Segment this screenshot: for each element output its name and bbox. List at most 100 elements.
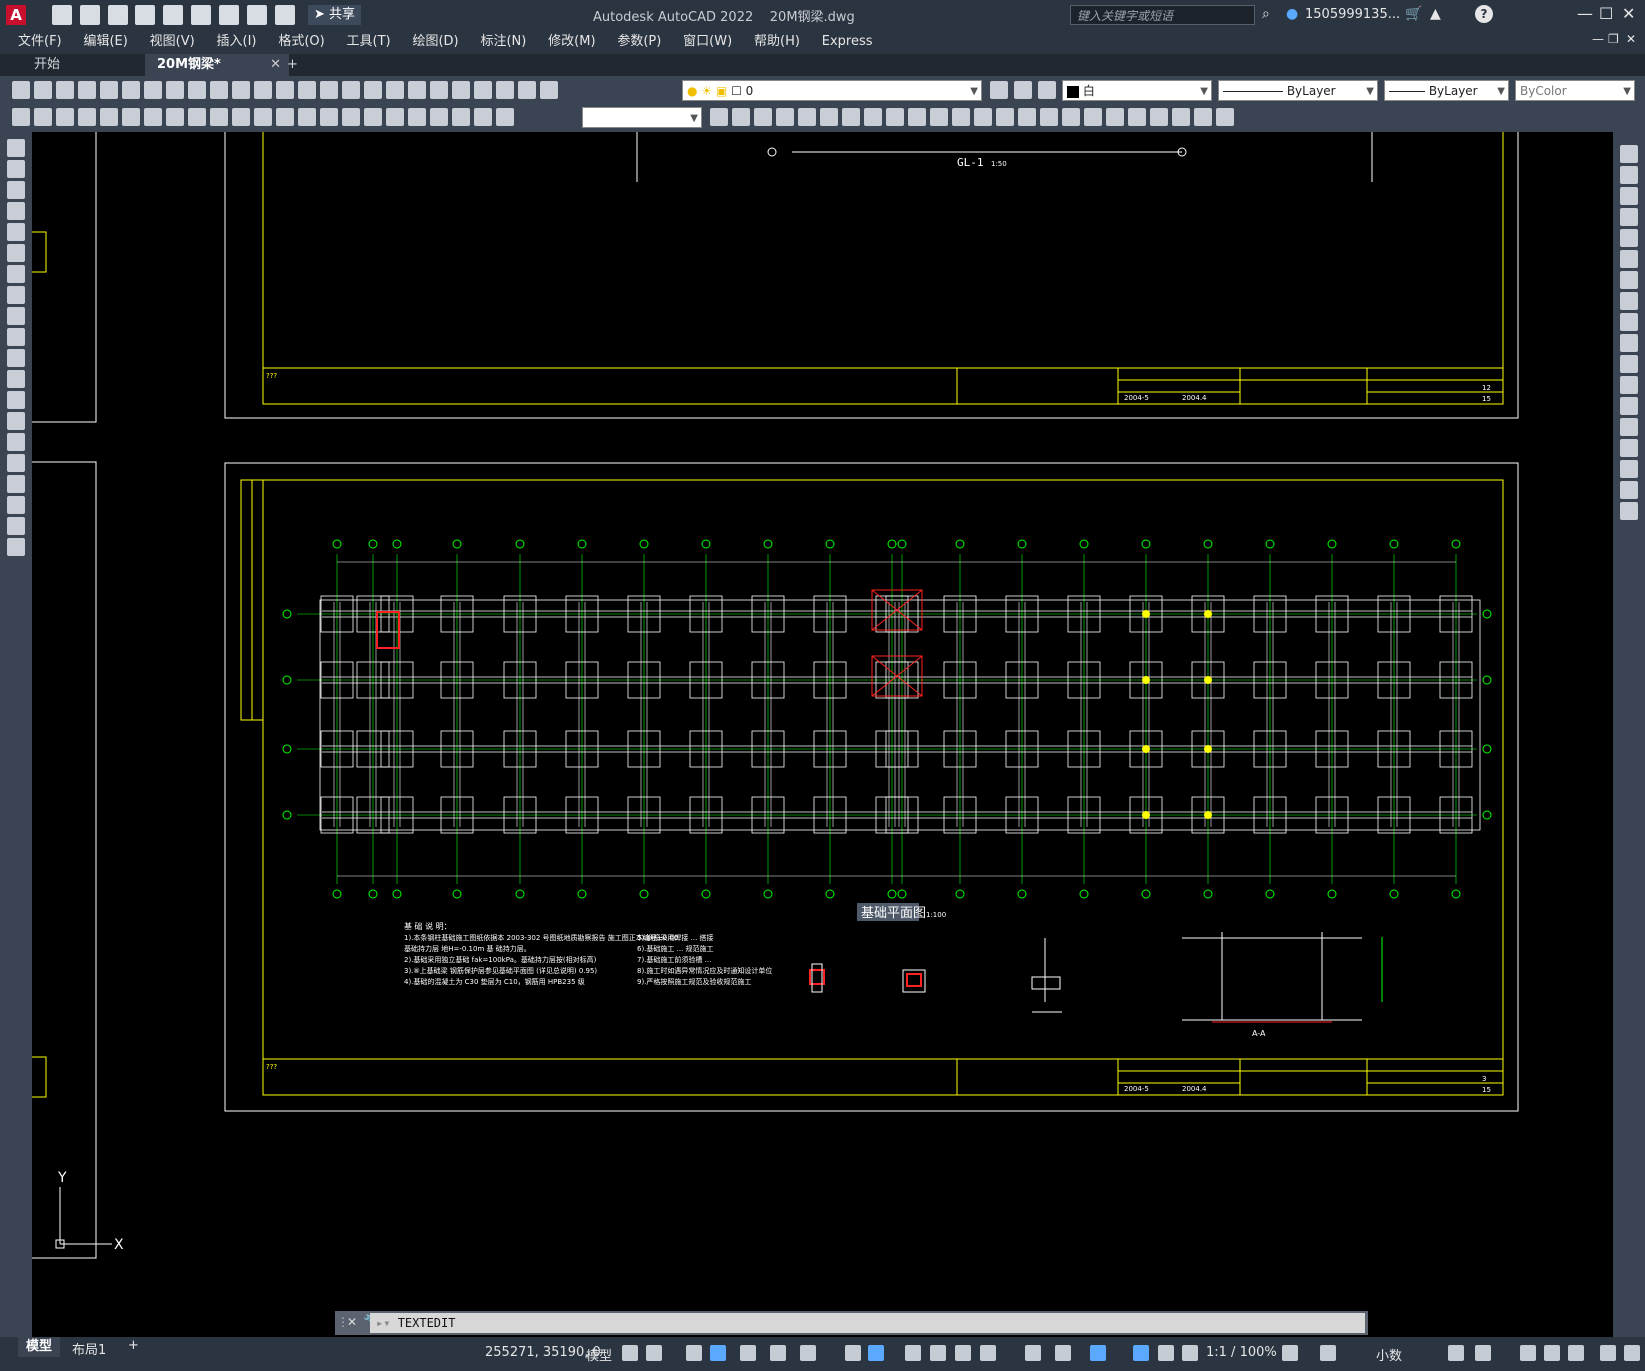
selection-cycling-icon[interactable] <box>955 1345 971 1361</box>
linetype-dropdown[interactable]: ByLayer ▼ <box>1218 80 1378 101</box>
layer-state-icon[interactable] <box>1014 81 1032 99</box>
separate-icon[interactable] <box>1062 108 1080 126</box>
save-web-icon[interactable] <box>191 5 212 25</box>
zoom-previous-icon[interactable] <box>364 81 382 99</box>
offset-icon[interactable] <box>1620 208 1638 226</box>
region-icon[interactable] <box>7 475 25 493</box>
dim-text-edit-icon[interactable] <box>474 108 492 126</box>
menu-modify[interactable]: 修改(M) <box>548 30 595 54</box>
3d-osnap-icon[interactable] <box>980 1345 996 1361</box>
menu-express[interactable]: Express <box>822 30 873 54</box>
taper-faces-icon[interactable] <box>908 108 926 126</box>
markup-icon[interactable] <box>474 81 492 99</box>
layer-properties-icon[interactable] <box>540 81 558 99</box>
menu-format[interactable]: 格式(O) <box>278 30 324 54</box>
copy-faces-icon[interactable] <box>930 108 948 126</box>
new-icon[interactable] <box>52 5 72 25</box>
clean-icon[interactable] <box>1040 108 1058 126</box>
otrack-icon[interactable] <box>800 1345 816 1361</box>
isodraft-icon[interactable] <box>770 1345 786 1361</box>
lineweight-dropdown[interactable]: ByLayer ▼ <box>1384 80 1509 101</box>
plan-title[interactable]: 基础平面图 <box>861 906 926 921</box>
doc-restore-button[interactable]: ❐ <box>1608 32 1619 46</box>
annotation-scale-value[interactable]: 1:1 / 100% <box>1206 1345 1277 1360</box>
hatch-icon[interactable] <box>7 433 25 451</box>
ucs-object-icon[interactable] <box>1216 108 1234 126</box>
dimstyle-icon[interactable] <box>710 108 728 126</box>
dim-ordinate-icon[interactable] <box>144 108 162 126</box>
autocad-logo-icon[interactable]: A <box>6 5 26 25</box>
trim-icon[interactable] <box>1620 334 1638 352</box>
dim-linear-icon[interactable] <box>78 108 96 126</box>
user-icon[interactable]: ● <box>1286 6 1298 22</box>
copy-edges-icon[interactable] <box>974 108 992 126</box>
layer-previous-icon[interactable] <box>990 81 1008 99</box>
plot-icon[interactable] <box>218 5 239 25</box>
rotate-icon[interactable] <box>1620 271 1638 289</box>
mtext-icon[interactable] <box>7 517 25 535</box>
isolate-objects-icon[interactable] <box>1520 1345 1536 1361</box>
dim-radius-icon[interactable] <box>166 108 184 126</box>
polyline-icon[interactable] <box>7 181 25 199</box>
layer-walk-icon[interactable] <box>56 108 74 126</box>
dim-update-icon[interactable] <box>496 108 514 126</box>
dim-diameter-icon[interactable] <box>210 108 228 126</box>
ucs-world-icon[interactable] <box>1150 108 1168 126</box>
coordinates[interactable]: 255271, 35190, 0 <box>485 1345 601 1360</box>
menu-parametric[interactable]: 参数(P) <box>617 30 661 54</box>
zoom-realtime-icon[interactable] <box>320 81 338 99</box>
save-icon[interactable] <box>56 81 74 99</box>
3d-print-icon[interactable] <box>144 81 162 99</box>
dim-break-icon[interactable] <box>342 108 360 126</box>
rectangle-icon[interactable] <box>7 223 25 241</box>
minimize-button[interactable]: — <box>1577 4 1593 23</box>
dim-space-icon[interactable] <box>320 108 338 126</box>
annotation-visibility-icon[interactable] <box>1133 1345 1149 1361</box>
tolerance-icon[interactable] <box>364 108 382 126</box>
gizmo-icon[interactable] <box>1090 1345 1106 1361</box>
share-button[interactable]: ➤ 共享 <box>308 5 362 25</box>
join-icon[interactable] <box>1620 418 1638 436</box>
fillet-icon[interactable] <box>1620 460 1638 478</box>
grid-icon[interactable] <box>622 1345 638 1361</box>
insert-block-icon[interactable] <box>7 370 25 388</box>
move-icon[interactable] <box>1620 250 1638 268</box>
offset-faces-icon[interactable] <box>842 108 860 126</box>
publish-icon[interactable] <box>122 81 140 99</box>
annotation-scale-icon[interactable] <box>1182 1345 1198 1361</box>
dim-arc-icon[interactable] <box>122 108 140 126</box>
arc-icon[interactable] <box>7 244 25 262</box>
menu-help[interactable]: 帮助(H) <box>754 30 800 54</box>
lineweight-icon[interactable] <box>905 1345 921 1361</box>
auto-scale-icon[interactable] <box>1158 1345 1174 1361</box>
dim-aligned-icon[interactable] <box>100 108 118 126</box>
delete-faces-icon[interactable] <box>864 108 882 126</box>
dim-angular-icon[interactable] <box>232 108 250 126</box>
ucs-previous-icon[interactable] <box>1172 108 1190 126</box>
customization-icon[interactable] <box>1600 1345 1616 1361</box>
table-icon[interactable] <box>7 496 25 514</box>
undo-icon[interactable] <box>254 81 272 99</box>
dim-continue-icon[interactable] <box>298 108 316 126</box>
mirror-icon[interactable] <box>1620 187 1638 205</box>
match-prop-icon[interactable] <box>232 81 250 99</box>
line-icon[interactable] <box>7 139 25 157</box>
tool-palette-icon[interactable] <box>430 81 448 99</box>
open-icon[interactable] <box>79 5 100 25</box>
pan-icon[interactable] <box>298 81 316 99</box>
angle-icon[interactable] <box>845 1345 861 1361</box>
chamfer-icon[interactable] <box>1620 439 1638 457</box>
help-icon[interactable] <box>518 81 536 99</box>
user-name[interactable]: 1505999135... <box>1305 7 1400 22</box>
infer-constraints-icon[interactable] <box>686 1345 702 1361</box>
drawing-canvas[interactable]: GL-1 1:50 ??? 2004-5 2004.4 12 15 ??? 20… <box>32 132 1613 1337</box>
lock-ui-icon[interactable] <box>1475 1345 1491 1361</box>
copy-icon[interactable] <box>188 81 206 99</box>
autodesk-account-icon[interactable]: ▲ <box>1430 6 1441 22</box>
explode-icon[interactable] <box>1620 502 1638 520</box>
construction-line-icon[interactable] <box>7 160 25 178</box>
quick-properties-icon[interactable] <box>1448 1345 1464 1361</box>
qnew-icon[interactable] <box>12 81 30 99</box>
workspace-gear-icon[interactable] <box>1282 1345 1298 1361</box>
clean-screen-icon[interactable] <box>1568 1345 1584 1361</box>
